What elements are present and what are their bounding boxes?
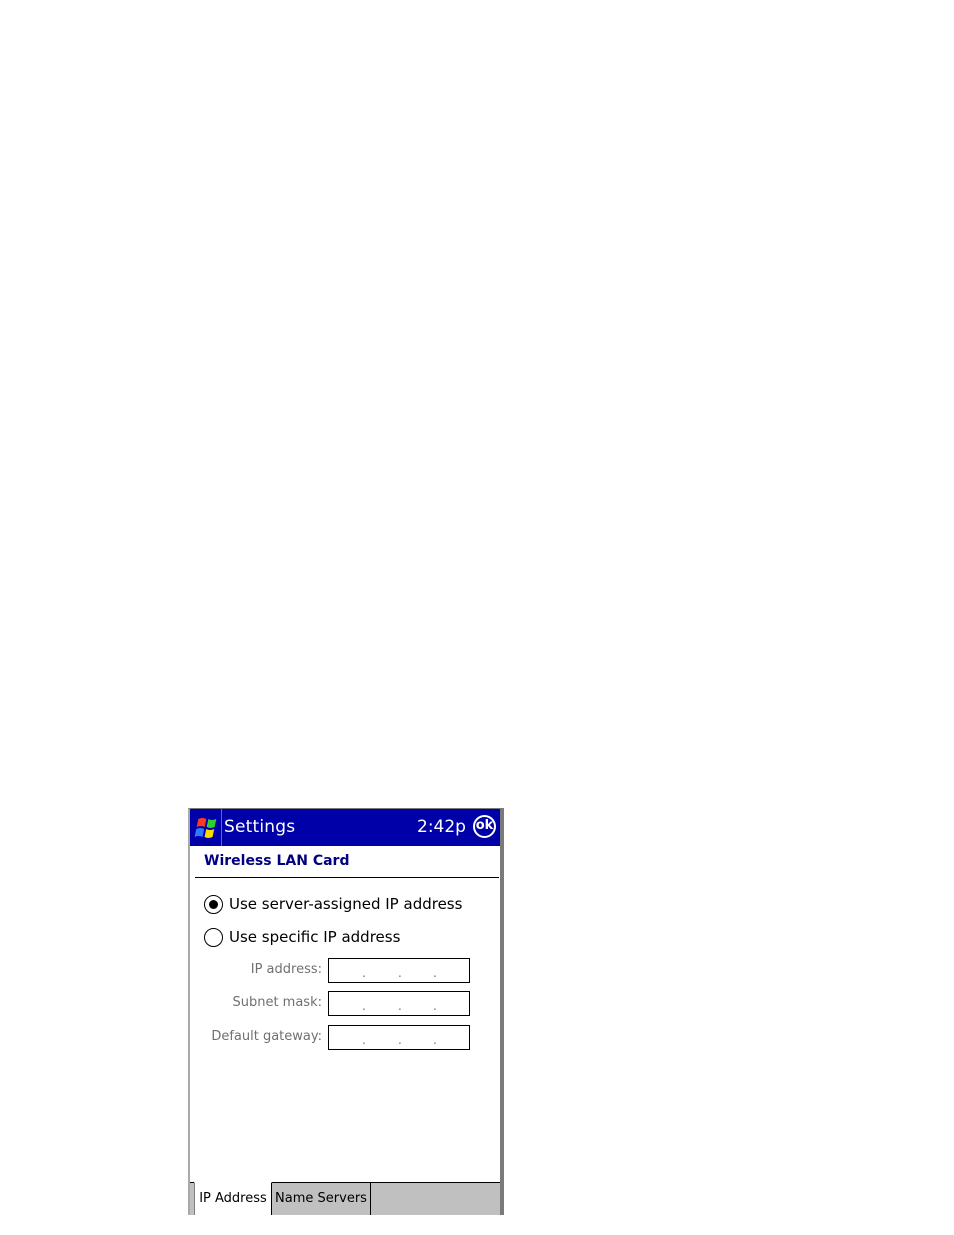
radio-label[interactable]: Use specific IP address xyxy=(229,928,400,946)
windows-flag-icon xyxy=(194,818,217,838)
ip-dot: . xyxy=(433,966,437,980)
default-gateway-field[interactable]: . . . xyxy=(328,1025,470,1050)
tab-ip-address[interactable]: IP Address xyxy=(194,1182,272,1215)
tab-bar: IP Address Name Servers xyxy=(190,1182,500,1215)
radio-button-checked[interactable] xyxy=(204,895,223,914)
window-title: Settings xyxy=(224,817,296,837)
clock[interactable]: 2:42p xyxy=(417,817,466,837)
ip-dot: . xyxy=(398,1033,402,1047)
ip-dot: . xyxy=(398,966,402,980)
ip-dot: . xyxy=(433,999,437,1013)
pocketpc-screen: Settings 2:42p ok Wireless LAN Card Use … xyxy=(188,808,504,1215)
tab-name-servers[interactable]: Name Servers xyxy=(272,1182,371,1215)
subnet-mask-field[interactable]: . . . xyxy=(328,991,470,1016)
ip-address-label: IP address: xyxy=(250,962,322,977)
default-gateway-label: Default gateway: xyxy=(211,1029,322,1044)
radio-button-unchecked[interactable] xyxy=(204,928,223,947)
start-button[interactable] xyxy=(190,809,222,846)
ip-dot: . xyxy=(362,999,366,1013)
radio-label[interactable]: Use server-assigned IP address xyxy=(229,895,462,913)
ip-dot: . xyxy=(362,1033,366,1047)
title-divider xyxy=(195,877,499,878)
ip-dot: . xyxy=(433,1033,437,1047)
title-bar: Settings 2:42p ok xyxy=(190,809,500,846)
ip-address-field[interactable]: . . . xyxy=(328,958,470,983)
ok-button[interactable]: ok xyxy=(473,815,496,838)
ip-dot: . xyxy=(398,999,402,1013)
ip-dot: . xyxy=(362,966,366,980)
subnet-mask-label: Subnet mask: xyxy=(232,995,322,1010)
page-title: Wireless LAN Card xyxy=(204,853,350,869)
